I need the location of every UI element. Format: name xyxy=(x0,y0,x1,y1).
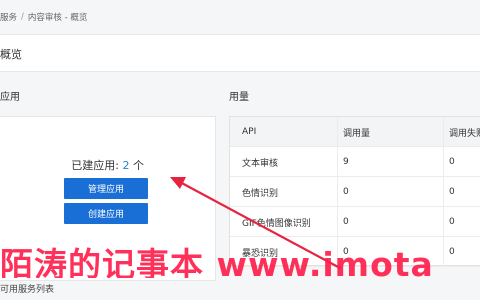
available-services-title: 可用服务列表 xyxy=(0,285,55,295)
call-count: 9 xyxy=(343,157,349,167)
manage-apps-button[interactable]: 管理应用 xyxy=(64,178,148,199)
usage-section-title: 用量 xyxy=(229,92,249,103)
column-header-calls: 调用量 xyxy=(343,128,371,139)
page-title: 概览 xyxy=(0,48,22,61)
column-header-failures: 调用失败 xyxy=(449,128,480,139)
app-count-unit: 个 xyxy=(133,159,144,172)
call-count: 0 xyxy=(343,217,349,227)
page-header: 概览 xyxy=(0,34,480,72)
app-count-label: 已建应用: xyxy=(71,159,119,172)
failure-count: 0 xyxy=(449,217,455,227)
create-app-button[interactable]: 创建应用 xyxy=(64,203,148,224)
api-name: 色情识别 xyxy=(242,188,279,199)
watermark-overlay: 陌涛的记事本 www.imota xyxy=(0,245,434,278)
app-count-number: 2 xyxy=(122,159,130,172)
api-name: GIF色情图像识别 xyxy=(242,218,311,229)
apps-section-title: 应用 xyxy=(0,92,20,103)
breadcrumb: 服务 / 内容审核 - 概览 xyxy=(0,0,480,34)
column-header-api: API xyxy=(242,127,257,137)
failure-count: 0 xyxy=(449,157,455,167)
app-count-text: 已建应用: 2 个 xyxy=(0,157,216,173)
breadcrumb-separator: / xyxy=(21,12,24,22)
breadcrumb-item-services[interactable]: 服务 xyxy=(0,11,17,23)
breadcrumb-item-current: 内容审核 - 概览 xyxy=(27,13,88,23)
api-name: 文本审核 xyxy=(242,158,279,169)
call-count: 0 xyxy=(343,187,349,197)
failure-count: 0 xyxy=(449,187,455,197)
